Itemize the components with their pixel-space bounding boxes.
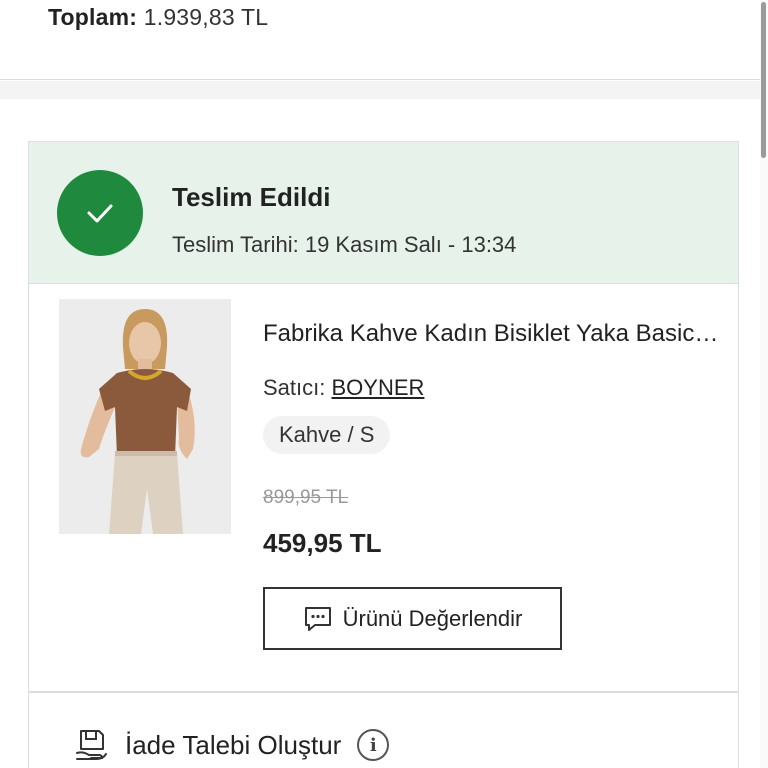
delivery-date: Teslim Tarihi: 19 Kasım Salı - 13:34	[172, 232, 517, 257]
divider	[29, 691, 738, 693]
product-photo	[59, 299, 231, 534]
review-button-label: Ürünü Değerlendir	[342, 605, 523, 631]
delivery-card: Teslim Edildi Teslim Tarihi: 19 Kasım Sa…	[28, 141, 739, 768]
current-price: 459,95 TL	[263, 528, 382, 558]
seller-row: Satıcı: BOYNER	[263, 375, 424, 401]
return-box-icon	[76, 730, 107, 760]
scrollbar-thumb[interactable]	[761, 2, 766, 158]
chat-bubble-icon	[304, 606, 331, 631]
status-title: Teslim Edildi	[172, 182, 331, 212]
variant-chip: Kahve / S	[263, 416, 391, 454]
return-request-label: İade Talebi Oluştur	[125, 729, 342, 760]
section-gap	[0, 81, 760, 99]
total-label: Toplam:	[48, 4, 138, 30]
product-image[interactable]	[59, 299, 231, 534]
order-total: Toplam: 1.939,83 TL	[48, 4, 268, 31]
order-total-bar: Toplam: 1.939,83 TL	[0, 0, 768, 80]
status-badge	[57, 170, 143, 256]
scrollbar[interactable]	[760, 0, 768, 768]
return-request-row[interactable]: İade Talebi Oluştur i	[75, 722, 390, 768]
delivery-status-header: Teslim Edildi Teslim Tarihi: 19 Kasım Sa…	[29, 142, 738, 284]
total-value: 1.939,83 TL	[143, 4, 269, 30]
product-title[interactable]: Fabrika Kahve Kadın Bisiklet Yaka Basic …	[263, 320, 723, 348]
seller-link[interactable]: BOYNER	[331, 375, 424, 400]
seller-label: Satıcı:	[263, 375, 326, 400]
old-price: 899,95 TL	[263, 487, 349, 508]
check-icon	[87, 204, 113, 223]
review-product-button[interactable]: Ürünü Değerlendir	[263, 587, 562, 650]
info-icon[interactable]: i	[357, 729, 390, 761]
